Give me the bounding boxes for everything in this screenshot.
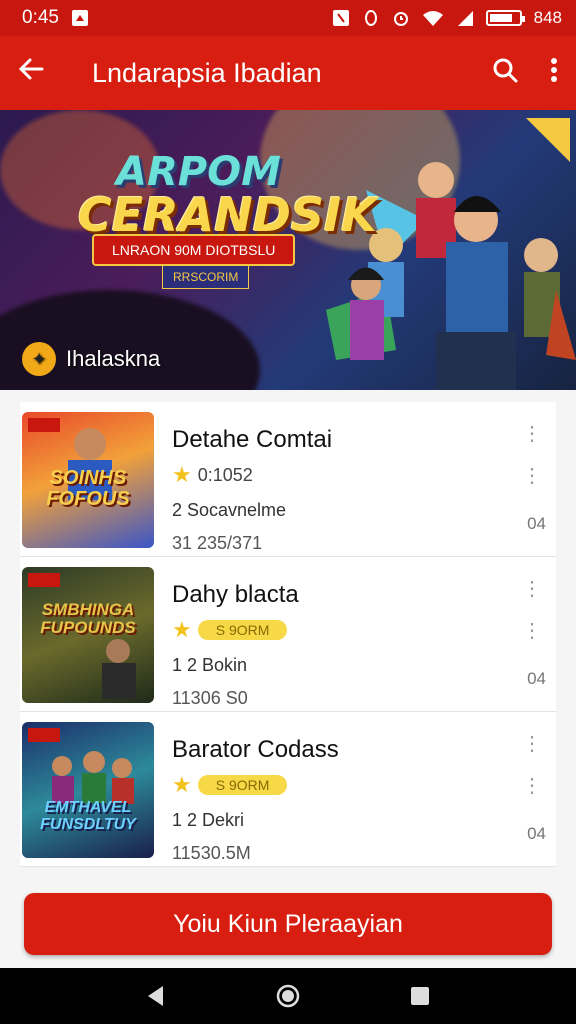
hero-banner[interactable]: ARPOM CERANDSIK LNRAON 90M DIOTBSLU RRSC… xyxy=(0,110,576,390)
page-title: Lndarapsia Ibadian xyxy=(92,57,322,88)
search-button[interactable] xyxy=(492,57,518,90)
more-vert-icon[interactable]: ⋮ xyxy=(522,466,542,486)
rating-value: 0:1052 xyxy=(197,464,253,485)
rating-pill: S 9ORM xyxy=(197,620,288,640)
nav-home-icon[interactable] xyxy=(275,983,301,1009)
overflow-menu-button[interactable] xyxy=(550,57,558,90)
hero-tag: RRSCORIM xyxy=(162,265,250,289)
back-button[interactable] xyxy=(18,56,72,90)
nfc-icon xyxy=(332,10,349,26)
game-rating: ★ S 9ORM xyxy=(172,617,556,643)
battery-label: 848 xyxy=(533,8,562,27)
game-thumbnail: SOINHS FOFOUS xyxy=(22,412,154,548)
list-item[interactable]: SOINHS FOFOUS Detahe Comtai ★ 0:1052 2 S… xyxy=(20,402,556,557)
game-list: SOINHS FOFOUS Detahe Comtai ★ 0:1052 2 S… xyxy=(20,402,556,867)
arrow-back-icon xyxy=(18,58,44,80)
status-time: 0:45 xyxy=(22,7,59,28)
game-meta-secondary: 11306 S0 xyxy=(172,688,248,708)
hero-title-line2: CERANDSIK xyxy=(78,188,377,242)
game-name: Barator Codass xyxy=(172,736,339,763)
app-bar: Lndarapsia Ibadian xyxy=(0,36,576,110)
more-vert-icon[interactable]: ⋮ xyxy=(522,579,542,599)
battery-icon xyxy=(485,10,525,26)
game-meta-primary: 1 2 Dekri xyxy=(172,810,245,830)
publisher-badge-icon: ✦ xyxy=(22,342,56,376)
thumbnail-title: EMTHAVEL FUNSDLTUY xyxy=(40,799,136,833)
thumbnail-title: SOINHS FOFOUS xyxy=(46,467,130,510)
star-icon: ★ xyxy=(172,617,192,642)
download-count: 04 xyxy=(527,824,546,843)
hero-title-line1: ARPOM xyxy=(116,149,281,195)
status-bar: 0:45 848 xyxy=(0,0,576,36)
game-meta-primary: 1 2 Bokin xyxy=(172,655,248,675)
thumbnail-title: SMBHINGA FUPOUNDS xyxy=(40,600,136,637)
alarm-icon xyxy=(393,12,408,26)
more-vert-icon[interactable]: ⋮ xyxy=(522,776,542,796)
more-vert-icon[interactable]: ⋮ xyxy=(522,424,542,444)
list-item[interactable]: SMBHINGA FUPOUNDS Dahy blacta ★ S 9ORM 1… xyxy=(20,557,556,712)
download-count: 04 xyxy=(527,514,546,533)
item-menu-column: ⋮ ⋮ xyxy=(522,734,542,796)
hero-ribbon: LNRAON 90M DIOTBSLU xyxy=(92,234,296,266)
list-item[interactable]: EMTHAVEL FUNSDLTUY Barator Codass ★ S 9O… xyxy=(20,712,556,867)
hero-logo: ARPOM CERANDSIK xyxy=(78,152,377,238)
game-thumbnail: SMBHINGA FUPOUNDS xyxy=(22,567,154,703)
more-vert-icon[interactable]: ⋮ xyxy=(522,734,542,754)
more-vert-icon xyxy=(551,57,557,82)
game-meta-secondary: 31 235/371 xyxy=(172,533,263,553)
game-name: Dahy blacta xyxy=(172,581,299,608)
game-name: Detahe Comtai xyxy=(172,426,333,453)
thumbnail-character xyxy=(52,751,134,804)
download-count: 04 xyxy=(527,669,546,688)
hero-caption: ✦ Ihalaskna xyxy=(22,342,160,376)
game-meta-primary: 2 Socavnelme xyxy=(172,500,287,520)
system-nav-bar xyxy=(0,968,576,1024)
signal-icon xyxy=(457,11,473,26)
star-icon: ★ xyxy=(172,772,192,797)
game-meta-secondary: 11530.5M xyxy=(172,843,251,863)
search-icon xyxy=(493,58,518,82)
rating-pill: S 9ORM xyxy=(197,775,288,795)
nav-back-icon[interactable] xyxy=(143,983,169,1009)
item-menu-column: ⋮ ⋮ xyxy=(522,579,542,641)
game-thumbnail: EMTHAVEL FUNSDLTUY xyxy=(22,722,154,858)
vibrate-icon xyxy=(364,10,377,26)
item-menu-column: ⋮ ⋮ xyxy=(522,424,542,486)
primary-cta-button[interactable]: Yoiu Kiun Pleraayian xyxy=(24,893,552,955)
notification-icon xyxy=(71,10,88,26)
game-rating: ★ 0:1052 xyxy=(172,462,556,488)
star-icon: ★ xyxy=(172,462,192,487)
nav-recents-icon[interactable] xyxy=(407,983,433,1009)
more-vert-icon[interactable]: ⋮ xyxy=(522,621,542,641)
wifi-icon xyxy=(422,11,443,26)
hero-caption-text: Ihalaskna xyxy=(66,346,161,371)
game-rating: ★ S 9ORM xyxy=(172,772,556,798)
